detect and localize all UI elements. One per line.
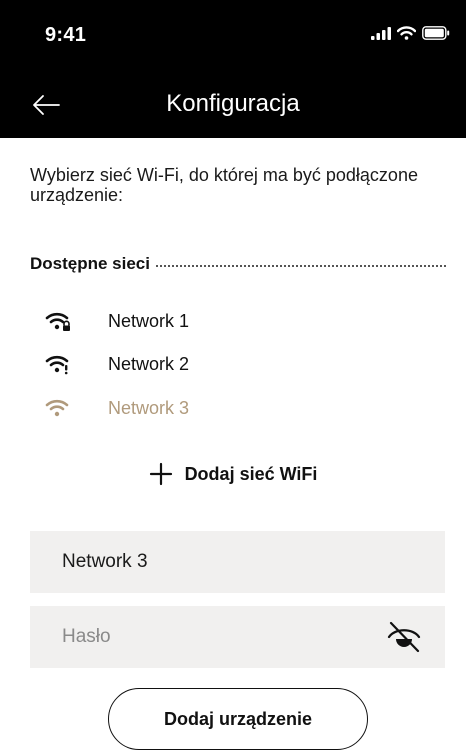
password-field[interactable] <box>30 606 445 668</box>
dotted-divider <box>156 265 446 267</box>
add-device-label: Dodaj urządzenie <box>163 708 313 729</box>
network-label: Network 3 <box>108 397 190 418</box>
plus-icon <box>149 462 172 486</box>
wifi-icon <box>44 395 72 421</box>
network-label: Network 2 <box>108 353 190 374</box>
network-item-3[interactable]: Network 3 <box>44 393 344 423</box>
status-bar: 9:41 <box>0 0 466 72</box>
password-visibility-toggle[interactable] <box>385 620 423 654</box>
status-time: 9:41 <box>45 24 87 46</box>
network-item-1[interactable]: Network 1 <box>44 306 344 336</box>
wifi-locked-icon <box>44 308 72 334</box>
add-wifi-label: Dodaj sieć WiFi <box>184 463 318 484</box>
nav-bar: Konfiguracja <box>0 72 466 138</box>
wifi-icon <box>397 26 416 40</box>
network-name-input[interactable] <box>62 551 362 573</box>
network-name-field[interactable] <box>30 531 445 593</box>
add-wifi-button[interactable]: Dodaj sieć WiFi <box>0 462 466 486</box>
section-title: Dostępne sieci <box>30 254 150 273</box>
status-icons <box>371 26 450 40</box>
app-header: 9:41 Konfiguracja <box>0 0 466 138</box>
available-networks-header: Dostępne sieci <box>30 254 446 274</box>
network-label: Network 1 <box>108 310 190 331</box>
password-input[interactable] <box>62 626 362 648</box>
page-title: Konfiguracja <box>166 90 300 117</box>
intro-text: Wybierz sieć Wi-Fi, do której ma być pod… <box>30 165 418 205</box>
add-device-button[interactable]: Dodaj urządzenie <box>108 688 368 750</box>
eye-off-icon <box>387 621 421 653</box>
signal-icon <box>371 26 391 40</box>
battery-icon <box>422 26 450 40</box>
wifi-warning-icon <box>44 351 72 377</box>
network-item-2[interactable]: Network 2 <box>44 349 344 379</box>
